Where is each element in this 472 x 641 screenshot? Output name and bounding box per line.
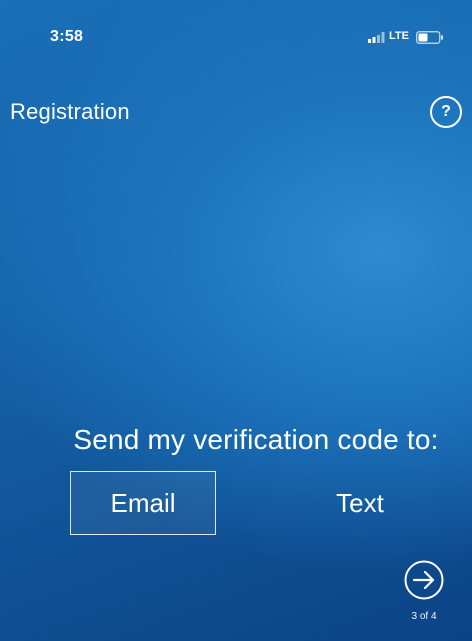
help-button[interactable]: ?	[430, 96, 462, 128]
email-option-label: Email	[110, 487, 176, 518]
status-bar: 3:58 LTE	[0, 0, 472, 60]
signal-bars-icon	[368, 32, 385, 43]
status-time: 3:58	[50, 28, 84, 45]
network-type: LTE	[389, 30, 409, 42]
battery-icon	[416, 31, 443, 44]
page-title: Registration	[10, 99, 130, 124]
verification-prompt-text: Send my verification code to:	[73, 424, 439, 455]
arrow-right-circle-icon[interactable]	[404, 560, 444, 600]
step-indicator: 3 of 4	[411, 611, 437, 622]
text-option-label: Text	[336, 487, 384, 518]
registration-screen: 3:58 LTE Registration ? Send my verifica…	[0, 0, 472, 641]
help-question-icon: ?	[441, 103, 451, 120]
email-option-button[interactable]: Email	[70, 471, 216, 535]
verification-prompt: Send my verification code to:	[0, 424, 472, 456]
text-option-button[interactable]: Text	[300, 471, 420, 535]
